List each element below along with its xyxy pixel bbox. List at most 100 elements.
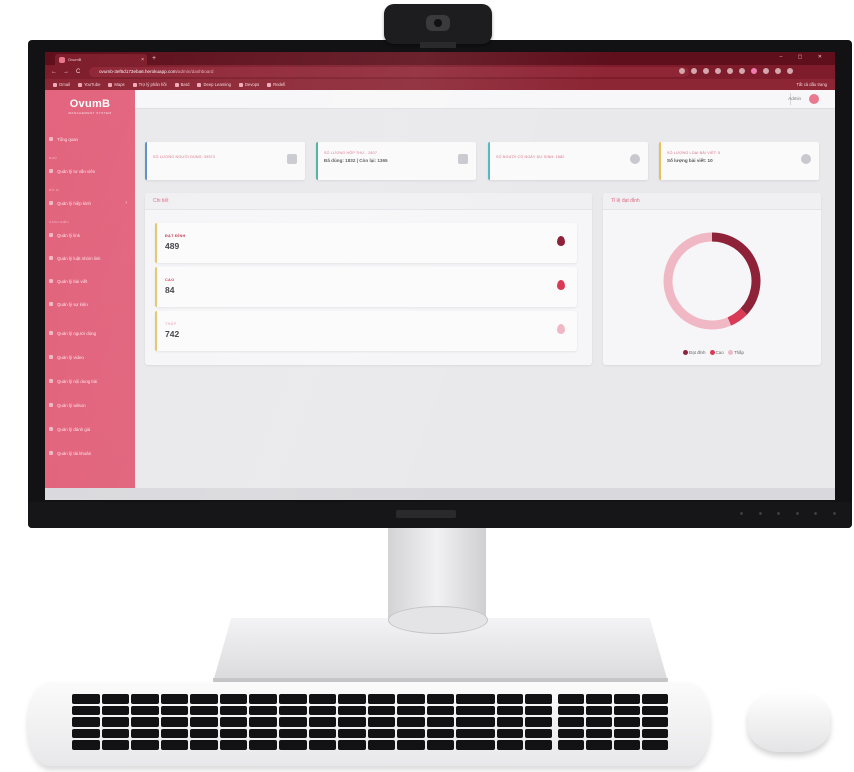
extension-icon[interactable]	[727, 68, 733, 74]
key	[558, 694, 584, 704]
sidebar-item[interactable]: Quản lý luật nhóm link	[49, 253, 133, 263]
sidebar-item-consultants[interactable]: Quản lý tư vấn viên	[49, 166, 133, 176]
key	[219, 728, 248, 739]
menu-icon[interactable]	[787, 68, 793, 74]
bookmark-icon	[174, 82, 179, 87]
reload-icon[interactable]: C	[76, 68, 80, 76]
extension-icon[interactable]	[703, 68, 709, 74]
key	[642, 728, 668, 739]
key	[586, 717, 612, 727]
key	[278, 717, 307, 727]
bookmark-item[interactable]: Maps	[108, 82, 125, 87]
sidebar-item[interactable]: Quản lý đánh giá	[49, 424, 133, 434]
all-bookmarks[interactable]: Tất cả dấu trang	[797, 82, 828, 87]
key	[426, 694, 455, 704]
sidebar-item[interactable]: Quản lý link	[49, 230, 133, 240]
key	[190, 728, 218, 739]
sidebar-item[interactable]: Quản lý người dùng	[49, 328, 133, 338]
sidebar-item[interactable]: Quản lý video	[49, 352, 133, 362]
browser-tab[interactable]: OvumB ×	[55, 54, 147, 65]
donut-slice-đạt-đỉnh[interactable]	[711, 232, 761, 315]
stat-label: SỐ NGƯỜI CÓ NGÀY DỰ SINH: 1682	[496, 155, 565, 159]
bookmark-item[interactable]: Bard	[174, 82, 189, 87]
new-tab-button[interactable]: +	[152, 54, 156, 63]
sidebar-item[interactable]: Quản lý nội dung bài	[49, 376, 133, 386]
key	[558, 728, 584, 739]
panel-header: Tỉ lệ đạt đỉnh	[603, 193, 821, 210]
stat-label: SỐ LƯỢNG LOẠI BÀI VIẾT: 5	[667, 151, 721, 155]
extension-icon[interactable]	[691, 68, 697, 74]
avatar[interactable]	[809, 94, 819, 104]
user-icon	[287, 154, 297, 164]
bookmark-folder[interactable]: Devops	[238, 82, 259, 87]
key	[468, 717, 495, 727]
sidebar-item[interactable]: Quản lý tài khoản	[49, 448, 133, 458]
user-icon	[49, 169, 53, 173]
bookmark-item[interactable]: Gmail	[53, 82, 70, 87]
browser-tab-bar: OvumB × + – ▢ ✕	[45, 52, 835, 65]
key	[72, 717, 100, 727]
drop-icon	[557, 236, 565, 246]
sidebar-item-overview[interactable]: Tổng quan	[49, 134, 133, 144]
stat-card-users: SỐ LƯỢNG NGƯỜI DÙNG: 39573	[145, 142, 305, 180]
profile-icon[interactable]	[775, 68, 781, 74]
detail-value: 84	[165, 285, 175, 295]
key	[338, 694, 366, 704]
puzzle-icon[interactable]	[763, 68, 769, 74]
key	[338, 717, 366, 727]
sidebar-item[interactable]: Quản lý bài viết	[49, 276, 133, 286]
key	[101, 694, 130, 704]
donut-slice-thấp[interactable]	[663, 232, 732, 330]
key	[468, 694, 495, 704]
extension-icon[interactable]	[751, 68, 757, 74]
donut-slice-cao[interactable]	[727, 308, 747, 326]
key	[249, 717, 277, 727]
key	[367, 694, 396, 704]
bookmark-folder[interactable]: Deep Learning	[197, 82, 231, 87]
key	[131, 728, 159, 739]
panel-header: Chi tiết	[145, 193, 592, 210]
chevron-right-icon: ›	[125, 200, 127, 206]
admin-name[interactable]: Admin	[788, 96, 801, 101]
detail-label: ĐẠT ĐỈNH	[165, 234, 186, 238]
key	[308, 740, 337, 750]
donut-chart	[663, 232, 761, 330]
key	[249, 728, 277, 739]
key	[525, 717, 552, 727]
video-icon	[49, 355, 53, 359]
key	[72, 740, 100, 750]
drop-icon	[557, 324, 565, 334]
detail-item-accent	[155, 223, 157, 263]
key	[160, 717, 189, 727]
bookmark-item[interactable]: YouTube	[77, 82, 100, 87]
webcam	[384, 4, 492, 44]
bookmark-item[interactable]: Trợ lý phân hồi	[132, 82, 167, 87]
legend-swatch	[709, 350, 715, 355]
tab-close-icon[interactable]: ×	[141, 57, 144, 63]
key	[496, 705, 524, 716]
key	[397, 728, 425, 739]
detail-item-peak: ĐẠT ĐỈNH 489	[155, 223, 577, 263]
sidebar-item[interactable]: Quản lý wilson	[49, 400, 133, 410]
extension-icon[interactable]	[715, 68, 721, 74]
bookmark-folder[interactable]: Redefi	[267, 82, 285, 87]
key	[249, 740, 277, 750]
back-icon[interactable]: ←	[51, 68, 57, 76]
stat-card-articles: SỐ LƯỢNG LOẠI BÀI VIẾT: 5 Số lượng bài v…	[659, 142, 819, 180]
sidebar-item-cycles[interactable]: Quản lý hiệp kinh ›	[49, 198, 133, 208]
key	[308, 705, 337, 716]
keyboard-numpad	[558, 694, 668, 750]
window-controls[interactable]: – ▢ ✕	[780, 54, 829, 60]
extension-icon[interactable]	[739, 68, 745, 74]
app-logo[interactable]: OvumB	[45, 98, 135, 110]
legend-swatch	[683, 350, 689, 355]
forward-icon[interactable]: →	[63, 68, 69, 76]
star-icon[interactable]	[679, 68, 685, 74]
bookmarks-bar: Gmail YouTube Maps Trợ lý phân hồi Bard …	[45, 79, 835, 90]
key	[160, 705, 189, 716]
detail-value: 489	[165, 241, 180, 251]
url-field[interactable]: ovumb-3ef5d173eba6.herokuapp.com/admin/d…	[89, 67, 689, 77]
dashboard-icon	[49, 137, 53, 141]
key	[496, 740, 524, 750]
sidebar-item[interactable]: Quản lý sự kiện	[49, 299, 133, 309]
